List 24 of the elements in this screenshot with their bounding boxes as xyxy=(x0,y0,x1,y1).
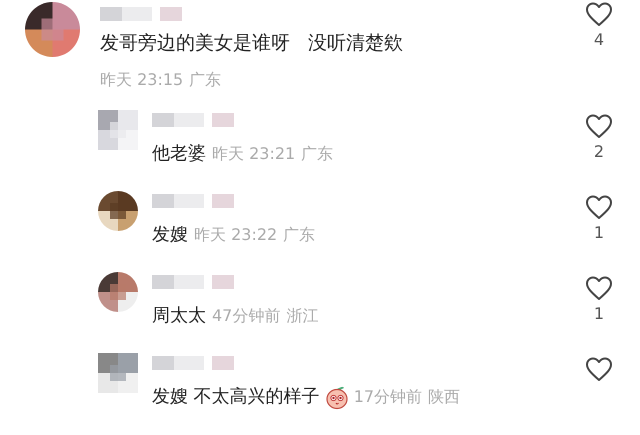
reply-time: 昨天 23:22 xyxy=(194,224,278,246)
heart-icon[interactable] xyxy=(585,195,613,220)
reply-location: 广东 xyxy=(283,224,316,246)
reply-location: 陕西 xyxy=(428,386,460,408)
reply-text: 发嫂 xyxy=(152,223,188,247)
reply-text: 发嫂 不太高兴的样子 xyxy=(152,385,320,409)
reply-location: 广东 xyxy=(301,142,334,164)
reply-text: 他老婆 xyxy=(152,142,206,166)
like-count: 1 xyxy=(594,225,604,241)
reply-text: 周太太 xyxy=(152,304,206,328)
heart-icon[interactable] xyxy=(585,2,613,27)
comment-location: 广东 xyxy=(189,68,222,91)
reply-time: 17分钟前 xyxy=(354,386,422,408)
heart-icon[interactable] xyxy=(585,276,613,301)
comment-time: 昨天 23:15 xyxy=(100,68,184,91)
heart-icon[interactable] xyxy=(585,114,613,139)
like-count: 1 xyxy=(594,306,604,322)
like-count: 2 xyxy=(594,144,604,160)
reply-time: 昨天 23:21 xyxy=(212,142,296,164)
heart-icon[interactable] xyxy=(585,357,613,382)
like-count: 4 xyxy=(594,32,604,48)
reply-location: 浙江 xyxy=(286,304,318,326)
reply-time: 47分钟前 xyxy=(212,304,280,326)
comment-text: 发哥旁边的美女是谁呀 没听清楚欸 xyxy=(100,32,404,56)
